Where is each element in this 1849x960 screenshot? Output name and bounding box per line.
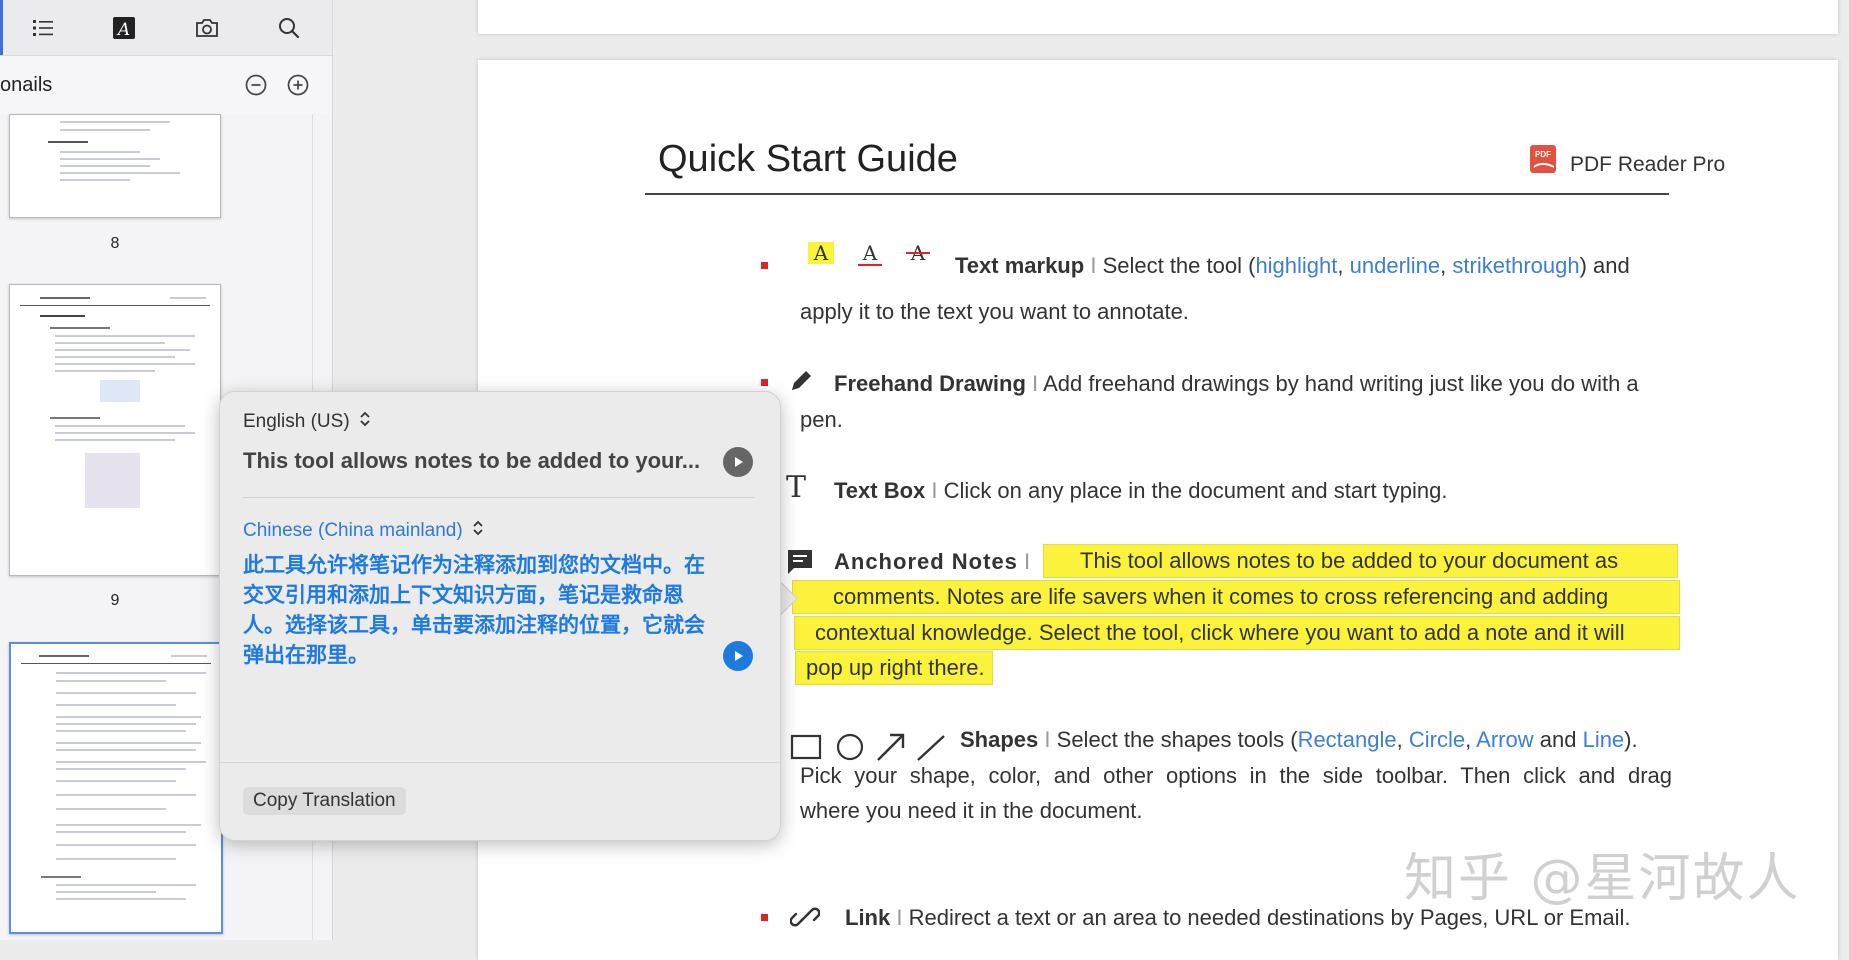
bullet — [761, 262, 768, 269]
page-number-8: 8 — [110, 235, 120, 252]
zoom-in-icon[interactable] — [285, 72, 311, 98]
shapes-heading: Shapes — [960, 727, 1039, 752]
shapes-post: ). — [1624, 727, 1638, 752]
title-rule — [645, 193, 1669, 195]
rectangle-link[interactable]: Rectangle — [1298, 727, 1397, 752]
page-thumbnail-selected[interactable] — [9, 642, 223, 934]
link-heading: Link — [845, 905, 891, 930]
separator: I — [896, 905, 903, 930]
shapes-line1: Shapes I Select the shapes tools (Rectan… — [960, 722, 1638, 758]
bullet — [761, 379, 768, 386]
snapshot-icon[interactable] — [190, 11, 224, 45]
highlighted-text-2[interactable]: comments. Notes are life savers when it … — [792, 580, 1680, 614]
shapes-and: and — [1539, 727, 1577, 752]
svg-text:A: A — [116, 20, 130, 40]
play-translation-icon[interactable] — [723, 641, 753, 671]
target-language-select[interactable]: Chinese (China mainland) — [243, 519, 484, 543]
brand-name: PDF Reader Pro — [1570, 153, 1726, 176]
source-language-label: English (US) — [243, 411, 350, 433]
page-thumbnail-8[interactable] — [9, 114, 221, 218]
separator: I — [1090, 253, 1097, 278]
svg-text:A: A — [862, 241, 878, 265]
popover-divider — [243, 497, 755, 498]
comma: , — [1396, 727, 1403, 752]
arrow-link[interactable]: Arrow — [1476, 727, 1533, 752]
freehand-heading: Freehand Drawing — [834, 371, 1026, 396]
highlighted-text-4[interactable]: pop up right there. — [795, 651, 993, 685]
outline-icon[interactable] — [26, 11, 60, 45]
highlighted-text-1[interactable]: This tool allows notes to be added to yo… — [1043, 544, 1678, 578]
separator: I — [1044, 727, 1051, 752]
shapes-line3: where you need it in the document. — [800, 798, 1143, 823]
strikethrough-link[interactable]: strikethrough — [1452, 253, 1579, 278]
freehand-line2: pen. — [800, 407, 843, 432]
separator: I — [931, 478, 938, 503]
page-number-9: 9 — [110, 592, 120, 609]
zoom-out-icon[interactable] — [243, 72, 269, 98]
link-icon — [789, 902, 821, 937]
text-markup-line1: Text markup I Select the tool (highlight… — [955, 248, 1630, 284]
copy-translation-button[interactable]: Copy Translation — [243, 787, 406, 815]
separator: I — [1032, 371, 1039, 396]
chevron-updown-icon — [472, 519, 484, 543]
freehand-line1: Freehand Drawing I Add freehand drawings… — [834, 366, 1639, 402]
source-text: This tool allows notes to be added to yo… — [243, 448, 701, 473]
anchored-notes-heading: Anchored Notes — [834, 549, 1018, 574]
text-markup-icons: A A A — [806, 238, 934, 277]
page-thumbnail-9[interactable] — [9, 284, 221, 576]
pen-icon — [788, 366, 816, 399]
annotation-icon[interactable]: A — [107, 11, 141, 45]
text-box-line: Text Box I Click on any place in the doc… — [834, 473, 1448, 509]
text-markup-post: ) and — [1579, 253, 1630, 278]
circle-link[interactable]: Circle — [1409, 727, 1465, 752]
comma: , — [1465, 727, 1472, 752]
note-icon — [785, 547, 815, 582]
svg-text:A: A — [813, 241, 829, 265]
page-title: Quick Start Guide — [658, 138, 958, 180]
text-markup-pre: Select the tool ( — [1102, 253, 1256, 278]
previous-page — [478, 0, 1838, 34]
sidebar-title: onails — [0, 74, 53, 96]
text-markup-line2: apply it to the text you want to annotat… — [800, 299, 1189, 324]
freehand-text: Add freehand drawings by hand writing ju… — [1043, 371, 1639, 396]
text-box-text: Click on any place in the document and s… — [943, 478, 1448, 503]
target-language-label: Chinese (China mainland) — [243, 520, 463, 542]
pdf-reader-logo: PDF — [1528, 143, 1560, 175]
translated-text: 此工具允许将笔记作为注释添加到您的文档中。在交叉引用和添加上下文知识方面，笔记是… — [243, 553, 705, 667]
text-box-heading: Text Box — [834, 478, 926, 503]
sidebar-toolbar: A — [0, 0, 332, 56]
chevron-updown-icon — [359, 410, 371, 434]
search-icon[interactable] — [272, 11, 306, 45]
separator: I — [1024, 549, 1031, 574]
comma: , — [1337, 253, 1344, 278]
bullet — [761, 914, 768, 921]
highlighted-text-3[interactable]: contextual knowledge. Select the tool, c… — [794, 616, 1680, 650]
highlight-link[interactable]: highlight — [1255, 253, 1337, 278]
popover-footer-divider — [219, 762, 779, 763]
underline-link[interactable]: underline — [1350, 253, 1441, 278]
shapes-line2: Pick your shape, color, and other option… — [800, 763, 1672, 788]
text-markup-heading: Text markup — [955, 253, 1085, 278]
active-tab-indicator — [0, 0, 3, 55]
line-link[interactable]: Line — [1583, 727, 1625, 752]
comma: , — [1440, 253, 1447, 278]
link-line: Link I Redirect a text or an area to nee… — [845, 900, 1631, 936]
shapes-pre: Select the shapes tools ( — [1056, 727, 1298, 752]
link-text: Redirect a text or an area to needed des… — [908, 905, 1631, 930]
svg-text:PDF: PDF — [1535, 150, 1551, 159]
anchored-heading-line: Anchored Notes I — [834, 544, 1030, 580]
text-box-icon: T — [786, 470, 807, 505]
play-source-icon[interactable] — [723, 447, 753, 477]
source-language-select[interactable]: English (US) — [243, 410, 371, 434]
